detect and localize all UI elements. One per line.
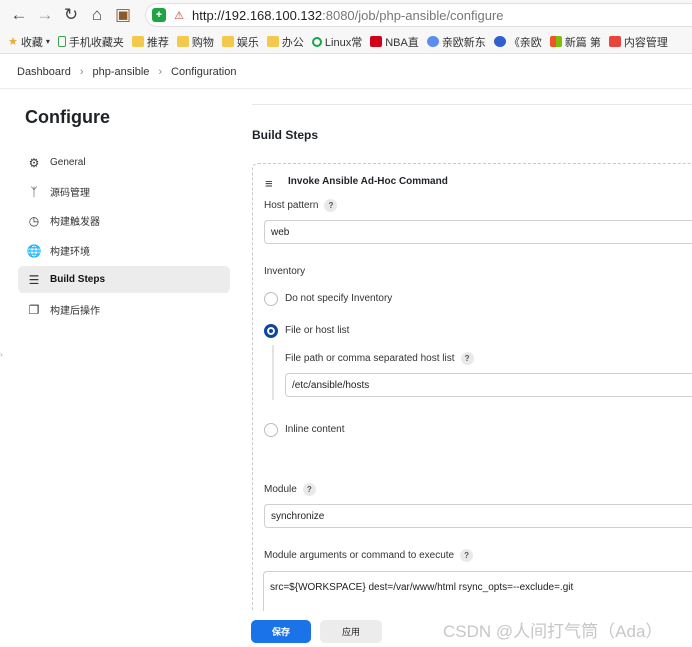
watermark: CSDN @人间打气筒（Ada） <box>443 622 663 641</box>
resize-handle-icon[interactable]: › <box>0 350 3 359</box>
url-host: http://192.168.100.132 <box>192 7 323 23</box>
chevron-right-icon: › <box>79 65 84 78</box>
folder-icon <box>221 36 234 47</box>
chevron-right-icon: › <box>158 65 163 78</box>
sidebar-item-label: General <box>50 157 86 168</box>
bookmark-site-c[interactable]: 新篇 第 <box>549 34 601 50</box>
folder-icon <box>266 36 279 47</box>
bookmark-linux[interactable]: Linux常 <box>311 34 362 50</box>
sidebar-item-environment[interactable]: 🌐 构建环境 <box>18 237 230 264</box>
bookmark-recommend[interactable]: 推荐 <box>131 34 169 50</box>
address-bar[interactable]: + ⚠ http://192.168.100.132:8080/job/php-… <box>145 3 692 27</box>
site-icon <box>608 36 621 47</box>
bookmark-site-b[interactable]: 《亲欧 <box>493 34 542 50</box>
sidebar: Configure ⚙ General ᛉ 源码管理 ◷ 构建触发器 🌐 构建环… <box>0 90 245 647</box>
sidebar-item-triggers[interactable]: ◷ 构建触发器 <box>18 207 230 234</box>
sidebar-item-scm[interactable]: ᛉ 源码管理 <box>18 178 230 205</box>
url-path: :8080/job/php-ansible/configure <box>322 7 504 23</box>
host-pattern-label: Host pattern ? <box>264 199 338 212</box>
bookmark-site-a[interactable]: 亲欧新东 <box>426 34 486 50</box>
breadcrumb: Dashboard › php-ansible › Configuration <box>0 55 692 89</box>
reload-icon[interactable]: ↻ <box>58 2 84 28</box>
radio-no-inventory[interactable] <box>264 292 278 306</box>
apply-button[interactable]: 应用 <box>320 620 382 643</box>
briefcase-icon[interactable]: ▣ <box>110 2 136 28</box>
help-icon[interactable]: ? <box>460 352 474 365</box>
file-path-input[interactable]: /etc/ansible/hosts <box>285 373 692 397</box>
build-step-title: Invoke Ansible Ad-Hoc Command <box>288 176 448 187</box>
search-icon <box>311 36 322 47</box>
sidebar-item-post-build[interactable]: ❐ 构建后操作 <box>18 296 230 323</box>
sidebar-item-label: 构建触发器 <box>50 217 100 228</box>
home-icon[interactable]: ⌂ <box>84 2 110 28</box>
help-icon[interactable]: ? <box>460 549 474 562</box>
host-pattern-input[interactable]: web <box>264 220 692 244</box>
gear-icon: ⚙ <box>28 155 40 170</box>
windows-icon <box>549 36 562 47</box>
star-icon: ★ <box>8 36 18 48</box>
radio-inline-content[interactable] <box>264 423 278 437</box>
sidebar-item-general[interactable]: ⚙ General <box>18 149 230 176</box>
help-icon[interactable]: ? <box>302 483 316 496</box>
breadcrumb-job[interactable]: php-ansible <box>93 66 150 78</box>
bookmark-office[interactable]: 办公 <box>266 34 304 50</box>
inventory-label: Inventory <box>264 266 306 277</box>
insecure-icon: ⚠ <box>174 9 184 22</box>
sidebar-item-label: 源码管理 <box>50 188 90 199</box>
breadcrumb-dashboard[interactable]: Dashboard <box>17 66 71 78</box>
bookmarks-bar: ★ 收藏 ▾ 手机收藏夹 推荐 购物 娱乐 办公 Linux常 NBA直 亲欧新东 … <box>0 30 692 54</box>
cube-icon: ❐ <box>28 302 40 317</box>
radio-file-host-list[interactable] <box>264 324 278 338</box>
sidebar-item-build-steps[interactable]: ☰ Build Steps <box>18 266 230 293</box>
bookmark-favorites[interactable]: ★ 收藏 ▾ <box>8 34 50 50</box>
bookmark-mobile[interactable]: 手机收藏夹 <box>57 34 124 50</box>
module-label: Module ? <box>264 483 316 496</box>
breadcrumb-configuration[interactable]: Configuration <box>171 66 236 78</box>
folder-icon <box>131 36 144 47</box>
radio-no-inventory-label[interactable]: Do not specify Inventory <box>285 293 392 304</box>
section-title: Build Steps <box>252 128 319 142</box>
sidebar-item-label: 构建环境 <box>50 247 90 258</box>
bookmark-entertainment[interactable]: 娱乐 <box>221 34 259 50</box>
back-icon[interactable]: ← <box>6 2 32 28</box>
sidebar-item-label: Build Steps <box>50 274 106 285</box>
paw-icon <box>493 36 506 47</box>
site-icon <box>426 36 439 47</box>
module-args-label: Module arguments or command to execute ? <box>264 549 474 562</box>
bookmark-site-d[interactable]: 内容管理 <box>608 34 668 50</box>
shield-icon: + <box>152 8 166 22</box>
branch-icon: ᛉ <box>30 184 38 199</box>
page-title: Configure <box>25 107 110 127</box>
file-path-label: File path or comma separated host list ? <box>285 352 474 365</box>
phone-icon <box>57 36 66 47</box>
radio-inline-content-label[interactable]: Inline content <box>285 424 345 435</box>
nested-indent <box>272 345 274 400</box>
folder-icon <box>176 36 189 47</box>
module-args-textarea[interactable]: src=${WORKSPACE} dest=/var/www/html rsyn… <box>263 571 692 615</box>
sidebar-item-label: 构建后操作 <box>50 306 100 317</box>
save-button[interactable]: 保存 <box>251 620 311 643</box>
main-content: Build Steps ≡ Invoke Ansible Ad-Hoc Comm… <box>245 90 692 647</box>
site-icon <box>370 36 383 47</box>
divider <box>252 104 692 105</box>
radio-file-host-list-label[interactable]: File or host list <box>285 325 349 336</box>
module-input[interactable]: synchronize <box>264 504 692 528</box>
browser-toolbar: ← → ↻ ⌂ ▣ + ⚠ http://192.168.100.132:808… <box>0 0 692 30</box>
help-icon[interactable]: ? <box>324 199 338 212</box>
bookmark-nba[interactable]: NBA直 <box>370 34 419 50</box>
forward-icon[interactable]: → <box>32 2 58 28</box>
bookmark-shopping[interactable]: 购物 <box>176 34 214 50</box>
list-icon: ☰ <box>28 272 40 287</box>
clock-icon: ◷ <box>28 213 40 228</box>
globe-icon: 🌐 <box>26 243 42 258</box>
drag-handle-icon[interactable]: ≡ <box>265 176 273 191</box>
